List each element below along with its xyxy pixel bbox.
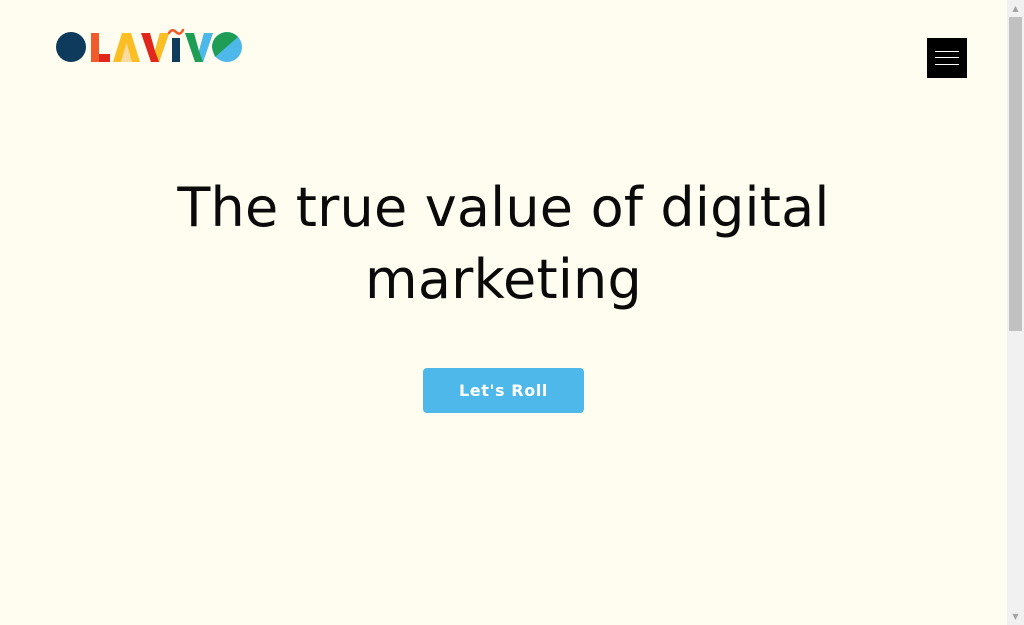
page: The true value of digital marketing Let'… [0,0,1007,625]
scroll-up-icon[interactable]: ▲ [1007,0,1024,17]
hamburger-icon-line [935,57,959,58]
vertical-scrollbar[interactable]: ▲ ▼ [1007,0,1024,625]
site-logo[interactable] [55,27,245,67]
logo-graphic [56,28,242,62]
hamburger-icon-line [935,64,959,65]
scroll-thumb[interactable] [1009,17,1022,331]
hamburger-icon-line [935,51,959,52]
menu-button[interactable] [927,38,967,78]
lets-roll-button[interactable]: Let's Roll [423,368,584,413]
hero-title: The true value of digital marketing [177,176,830,311]
scroll-down-icon[interactable]: ▼ [1007,608,1024,625]
